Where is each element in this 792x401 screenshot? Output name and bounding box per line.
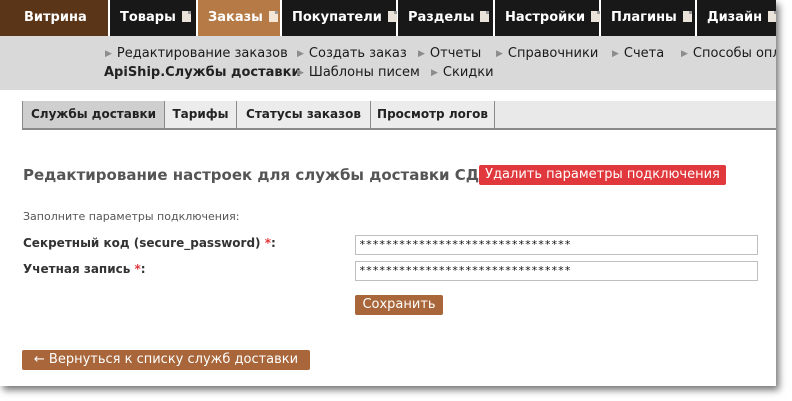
tab-delivery-services[interactable]: Службы доставки — [22, 101, 165, 128]
subnav-item-email-templates[interactable]: ▶ Шаблоны писем — [297, 65, 420, 80]
triangle-right-icon: ▶ — [418, 49, 425, 59]
secure-password-label: Секретный код (secure_password) *: — [23, 236, 276, 250]
account-label: Учетная запись *: — [23, 262, 146, 276]
secure-password-field[interactable]: ******************************** — [355, 235, 758, 255]
subnav-item-references[interactable]: ▶ Справочники — [496, 46, 598, 61]
account-field[interactable]: ******************************** — [355, 261, 758, 281]
triangle-right-icon: ▶ — [496, 49, 503, 59]
triangle-right-icon: ▶ — [297, 49, 304, 59]
subnav-item-create-order[interactable]: ▶ Создать заказ — [297, 46, 407, 61]
nav-item-label: Плагины — [611, 10, 677, 25]
nav-item-label: Витрина — [24, 10, 87, 25]
document-icon — [768, 11, 776, 22]
delete-connection-button[interactable]: Удалить параметры подключения — [479, 165, 726, 185]
subnav-item-payment-methods[interactable]: ▶ Способы опл — [681, 46, 776, 61]
nav-item-customers[interactable]: Покупатели — [282, 0, 398, 36]
save-button[interactable]: Сохранить — [355, 295, 443, 315]
nav-item-plugins[interactable]: Плагины — [601, 0, 697, 36]
app-window: Витрина Товары Заказы Покупатели Разделы… — [0, 0, 776, 386]
tab-bar: Службы доставки Тарифы Статусы заказов П… — [22, 101, 776, 130]
document-icon — [682, 11, 692, 22]
nav-item-settings[interactable]: Настройки — [495, 0, 601, 36]
nav-item-sections[interactable]: Разделы — [398, 0, 495, 36]
nav-item-label: Товары — [120, 10, 176, 25]
nav-item-storefront[interactable]: Витрина — [0, 0, 110, 36]
back-to-list-button[interactable]: ← Вернуться к списку служб доставки — [22, 350, 310, 370]
nav-item-orders[interactable]: Заказы — [198, 0, 282, 36]
document-icon — [181, 11, 191, 22]
triangle-right-icon: ▶ — [431, 68, 438, 78]
subnav-item-invoices[interactable]: ▶ Счета — [612, 46, 664, 61]
form-hint: Заполните параметры подключения: — [23, 210, 240, 223]
document-icon — [387, 11, 397, 22]
subnav-item-discounts[interactable]: ▶ Скидки — [431, 65, 494, 80]
subnav-item-edit-orders[interactable]: ▶ Редактирование заказов — [105, 46, 288, 61]
sub-nav: ▶ Редактирование заказов ▶ Создать заказ ▶… — [0, 36, 776, 90]
document-icon — [480, 11, 490, 22]
nav-item-products[interactable]: Товары — [110, 0, 198, 36]
document-icon — [268, 11, 278, 22]
nav-item-label: Дизайн — [707, 10, 763, 25]
top-nav: Витрина Товары Заказы Покупатели Разделы… — [0, 0, 776, 36]
subnav-item-reports[interactable]: ▶ Отчеты — [418, 46, 481, 61]
triangle-right-icon: ▶ — [612, 49, 619, 59]
document-icon — [591, 11, 601, 22]
nav-item-label: Настройки — [505, 10, 586, 25]
tab-order-statuses[interactable]: Статусы заказов — [237, 101, 371, 128]
page-title: Редактирование настроек для службы доста… — [23, 166, 503, 184]
nav-item-label: Покупатели — [292, 10, 382, 25]
triangle-right-icon: ▶ — [297, 68, 304, 78]
nav-item-label: Заказы — [208, 10, 263, 25]
subnav-item-apiship[interactable]: ApiShip.Службы доставки — [104, 65, 301, 80]
triangle-right-icon: ▶ — [105, 49, 112, 59]
tab-view-logs[interactable]: Просмотр логов — [371, 101, 495, 128]
nav-item-label: Разделы — [408, 10, 475, 25]
triangle-right-icon: ▶ — [681, 49, 688, 59]
tab-tariffs[interactable]: Тарифы — [165, 101, 237, 128]
nav-item-design[interactable]: Дизайн — [697, 0, 776, 36]
